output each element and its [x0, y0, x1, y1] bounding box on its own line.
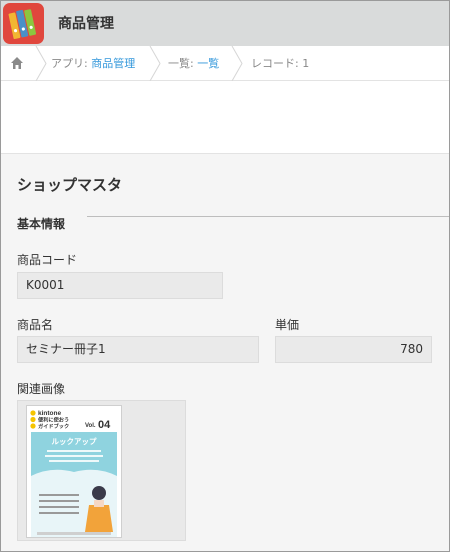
breadcrumb-separator-icon [35, 46, 47, 81]
group-divider [87, 216, 449, 217]
record-title: ショップマスタ [17, 176, 123, 194]
product-code-value: K0001 [17, 272, 223, 299]
breadcrumb-list: 一覧: 一覧 [168, 46, 219, 81]
record-detail-window: 商品管理 アプリ: 商品管理 一覧: 一覧 レコード: 1 ショップマスタ 基本… [0, 0, 450, 552]
cover-vol-number: 04 [98, 419, 111, 431]
home-icon[interactable] [1, 46, 35, 81]
breadcrumb-separator-icon [231, 46, 243, 81]
unit-price-value: 780 [275, 336, 432, 363]
related-image-label: 関連画像 [17, 382, 66, 396]
cover-banner: ルックアップ [52, 436, 97, 446]
cover-vol-label: Vol. [85, 423, 96, 429]
related-image-field: kintone 便利に使おう ガイドブック Vol. 04 ルックアップ [17, 400, 186, 541]
breadcrumb-app-link[interactable]: 商品管理 [91, 57, 135, 70]
app-header: 商品管理 [1, 1, 449, 46]
product-code-label: 商品コード [17, 253, 78, 267]
breadcrumb-app-prefix: アプリ: [51, 57, 92, 70]
guidebook-cover-image: kintone 便利に使おう ガイドブック Vol. 04 ルックアップ [27, 406, 121, 537]
binders-icon[interactable] [3, 3, 44, 44]
product-name-label: 商品名 [17, 318, 54, 332]
breadcrumb-list-prefix: 一覧: [168, 57, 198, 70]
record-toolbar [1, 82, 449, 154]
breadcrumb-separator-icon [149, 46, 161, 81]
cover-line1: kintone [38, 410, 61, 417]
breadcrumb-list-link[interactable]: 一覧 [197, 57, 219, 70]
breadcrumb-app: アプリ: 商品管理 [51, 46, 135, 81]
unit-price-label: 単価 [275, 318, 300, 332]
group-label: 基本情報 [17, 217, 66, 231]
breadcrumb-record: レコード: 1 [251, 57, 310, 70]
breadcrumb: アプリ: 商品管理 一覧: 一覧 レコード: 1 [1, 46, 449, 81]
cover-line2: 便利に使おう [38, 416, 69, 424]
record-body: ショップマスタ 基本情報 商品コード K0001 商品名 セミナー冊子1 単価 … [1, 154, 449, 551]
cover-line3: ガイドブック [38, 422, 69, 430]
product-name-value: セミナー冊子1 [17, 336, 259, 363]
app-title: 商品管理 [58, 16, 114, 32]
related-image-thumbnail[interactable]: kintone 便利に使おう ガイドブック Vol. 04 ルックアップ [26, 405, 122, 538]
